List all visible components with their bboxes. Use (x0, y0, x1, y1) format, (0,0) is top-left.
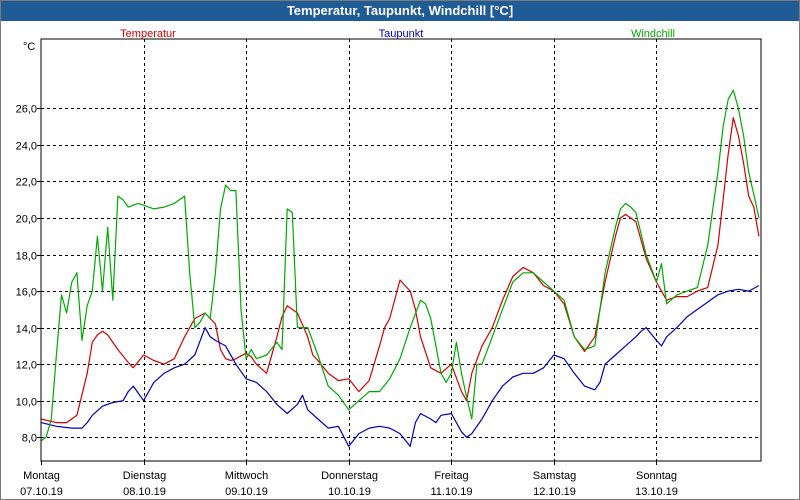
x-tick-day-label: Mittwoch (225, 470, 268, 482)
y-tick-label: 22,0 (16, 177, 37, 189)
y-tick-label: 18,0 (16, 251, 37, 263)
x-tick-day-label: Sonntag (636, 470, 677, 482)
legend-label-temperatur: Temperatur (120, 28, 176, 40)
series-line-temperatur (40, 116, 760, 424)
x-tick-day-label: Freitag (434, 470, 468, 482)
legend: Temperatur Taupunkt Windchill (120, 28, 675, 40)
x-tick-date-label: 10.10.19 (328, 486, 371, 498)
y-tick-label: 14,0 (16, 324, 37, 336)
y-axis-unit-label: °C (23, 41, 35, 53)
y-tick-label: 12,0 (16, 360, 37, 372)
x-tick-date-label: 07.10.19 (20, 486, 63, 498)
y-tick-label: 24,0 (16, 141, 37, 153)
x-tick-day-label: Donnerstag (321, 470, 378, 482)
chart-window: Temperatur, Taupunkt, Windchill [°C] °C … (0, 0, 800, 500)
legend-label-taupunkt: Taupunkt (379, 28, 424, 40)
x-tick-date-label: 11.10.19 (430, 486, 472, 498)
series-line-taupunkt (40, 285, 760, 447)
x-tick-day-label: Dienstag (123, 470, 166, 482)
grid (41, 39, 761, 461)
series-lines (40, 89, 760, 447)
x-tick-date-label: 09.10.19 (225, 486, 268, 498)
y-tick-label: 20,0 (16, 214, 37, 226)
line-chart: °C 8,0 10,0 12,0 14,0 16,0 18,0 20,0 22,0 24,0 26… (16, 28, 762, 498)
x-tick-date-label: 12.10.19 (533, 486, 576, 498)
x-axis: Montag 07.10.19 Dienstag 08.10.19 Mittwoch 09… (20, 461, 678, 498)
x-tick-day-label: Montag (23, 470, 60, 482)
x-tick-date-label: 13.10.19 (635, 486, 678, 498)
x-tick-date-label: 08.10.19 (123, 486, 166, 498)
y-tick-label: 10,0 (16, 397, 37, 409)
x-tick-day-label: Samstag (533, 470, 576, 482)
plot-frame (40, 38, 762, 462)
series-line-windchill (40, 89, 760, 442)
y-tick-label: 26,0 (16, 104, 37, 116)
window-title: Temperatur, Taupunkt, Windchill [°C] (1, 1, 799, 21)
y-axis: °C 8,0 10,0 12,0 14,0 16,0 18,0 20,0 22,0 24,0 26… (16, 41, 41, 445)
y-tick-label: 16,0 (16, 287, 37, 299)
y-tick-label: 8,0 (22, 433, 37, 445)
legend-label-windchill: Windchill (631, 28, 675, 40)
